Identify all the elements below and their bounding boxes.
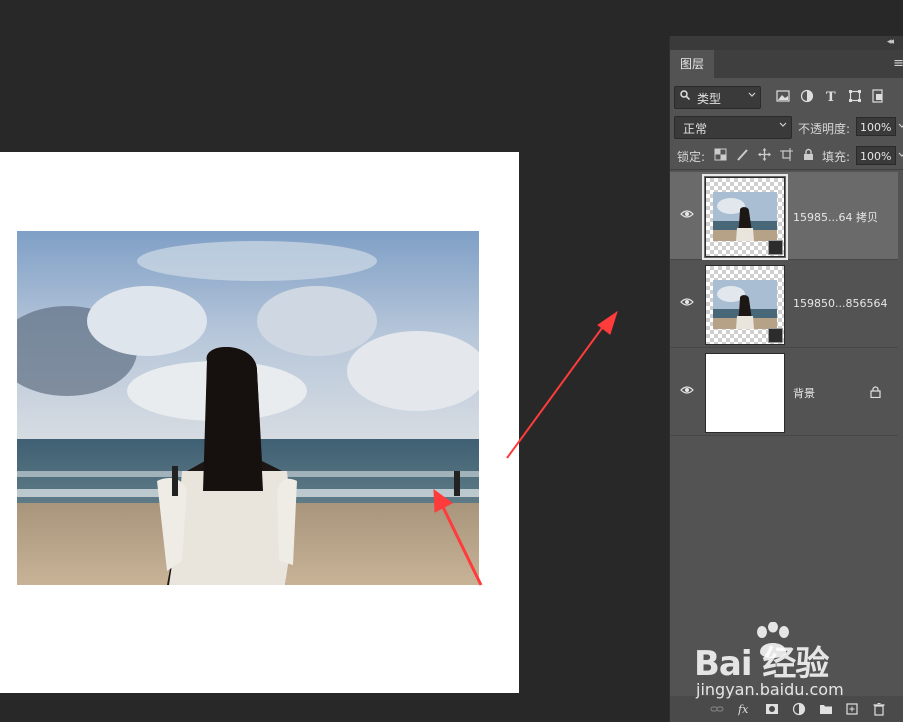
fill-input[interactable]: 100% xyxy=(856,146,896,165)
image-filter-icon[interactable] xyxy=(776,89,790,103)
adjustment-filter-icon[interactable] xyxy=(800,89,814,103)
tab-layers[interactable]: 图层 xyxy=(670,50,714,78)
search-icon xyxy=(680,90,690,100)
layer-thumbnail xyxy=(705,353,785,433)
adjustment-layer-icon[interactable] xyxy=(792,702,806,716)
shape-filter-icon[interactable] xyxy=(848,89,862,103)
layer-row-original[interactable]: 159850...856564 xyxy=(670,260,898,348)
svg-text:fx: fx xyxy=(738,703,749,716)
new-layer-icon[interactable] xyxy=(845,702,859,716)
layer-thumbnail xyxy=(702,174,788,260)
arrow-to-panel xyxy=(506,310,618,459)
lock-label: 锁定: xyxy=(677,150,706,164)
baidu-jingyan-watermark: Bai 经验 jingyan.baidu.com xyxy=(694,620,903,700)
panel-header-bar: ◂◂ xyxy=(670,36,903,50)
fill-dropdown-icon[interactable] xyxy=(898,151,903,159)
visibility-eye-icon[interactable] xyxy=(680,209,694,219)
smart-object-badge-icon xyxy=(768,328,783,343)
thumbnail-photo xyxy=(713,192,777,241)
watermark-url: jingyan.baidu.com xyxy=(696,680,844,699)
link-layers-icon[interactable] xyxy=(710,702,724,716)
layer-row-copy[interactable]: 15985...64 拷贝 xyxy=(670,172,898,260)
lock-all-icon[interactable] xyxy=(802,148,815,161)
panel-divider xyxy=(670,169,903,170)
lock-position-icon[interactable] xyxy=(758,148,771,161)
add-mask-icon[interactable] xyxy=(765,702,779,716)
panel-tabbar: 图层 ≡ xyxy=(670,50,903,78)
layer-lock-icon xyxy=(870,386,881,398)
layer-list: 15985...64 拷贝 159850...856564 背景 xyxy=(670,172,898,436)
panel-menu-icon[interactable]: ≡ xyxy=(893,56,903,71)
collapse-panel-icon[interactable]: ◂◂ xyxy=(887,37,894,47)
delete-layer-icon[interactable] xyxy=(872,702,886,716)
thumbnail-photo xyxy=(713,280,777,329)
fill-label: 填充: xyxy=(822,150,851,164)
opacity-input[interactable]: 100% xyxy=(856,117,896,136)
lock-artboard-icon[interactable] xyxy=(780,148,793,161)
layer-effects-icon[interactable]: fx xyxy=(738,702,752,716)
lock-image-pixels-icon[interactable] xyxy=(736,148,749,161)
visibility-eye-icon[interactable] xyxy=(680,297,694,307)
chevron-down-icon xyxy=(779,122,787,127)
beach-photo xyxy=(17,231,479,585)
smart-object-badge-icon xyxy=(768,240,783,255)
svg-text:T: T xyxy=(826,90,836,103)
chevron-down-icon xyxy=(748,92,756,97)
layer-filter-label: 类型 xyxy=(697,92,722,106)
layer-row-background[interactable]: 背景 xyxy=(670,348,898,436)
opacity-dropdown-icon[interactable] xyxy=(898,122,903,130)
layer-filter-select[interactable]: 类型 xyxy=(674,86,761,109)
layer-thumbnail xyxy=(705,265,785,345)
visibility-eye-icon[interactable] xyxy=(680,385,694,395)
text-filter-icon[interactable]: T xyxy=(824,89,838,103)
new-group-icon[interactable] xyxy=(819,702,833,716)
opacity-label: 不透明度: xyxy=(798,122,851,136)
document-canvas[interactable] xyxy=(0,152,519,693)
layer-name: 背景 xyxy=(793,387,815,400)
lock-transparent-pixels-icon[interactable] xyxy=(714,148,727,161)
watermark-brand: Bai 经验 xyxy=(694,644,829,684)
smart-object-filter-icon[interactable] xyxy=(871,89,885,103)
layer-name: 15985...64 拷贝 xyxy=(793,211,878,224)
layer-name: 159850...856564 xyxy=(793,297,888,310)
blend-mode-select[interactable]: 正常 xyxy=(674,116,792,139)
blend-mode-value: 正常 xyxy=(683,122,708,136)
